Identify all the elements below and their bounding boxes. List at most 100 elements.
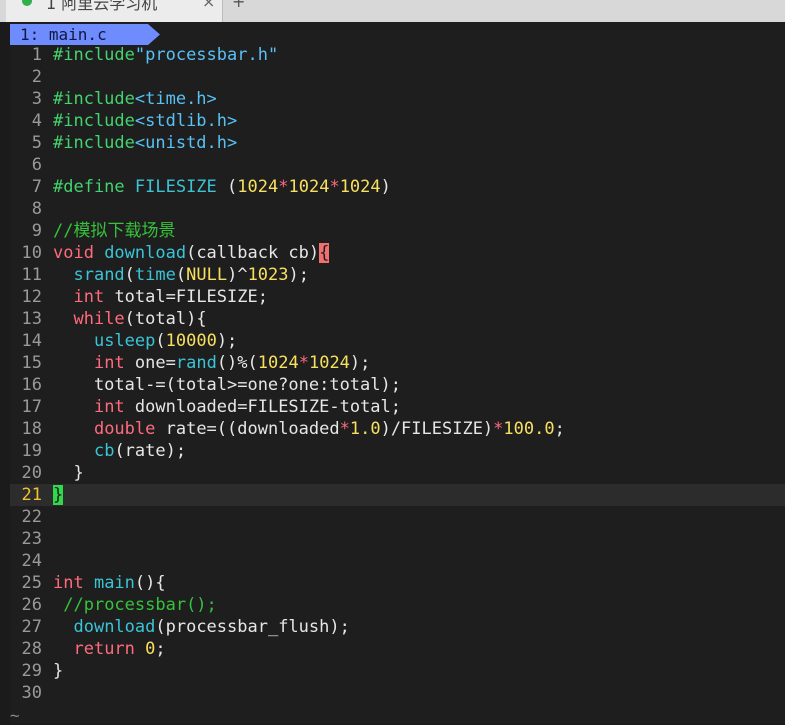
line-source: #include<stdlib.h> (53, 110, 237, 132)
code-token: ( (175, 265, 187, 285)
line-source: int one=rand()%(1024*1024); (53, 352, 370, 374)
code-line[interactable]: 25 int main(){ (10, 572, 785, 594)
line-source: #include"processbar.h" (53, 44, 278, 66)
terminal-tab-title: 1 阿里云学习机 (46, 0, 158, 13)
code-line[interactable]: 8 (10, 198, 785, 220)
line-source: #define FILESIZE (1024*1024*1024) (53, 176, 391, 198)
line-source: int main(){ (53, 572, 166, 594)
code-token: int (53, 573, 94, 593)
line-number: 30 (21, 683, 42, 703)
code-token: srand (73, 265, 125, 285)
code-token: time (134, 265, 176, 285)
code-token: ; (155, 639, 166, 659)
code-token: void (53, 243, 105, 263)
code-token: #define (53, 177, 135, 197)
code-token: (){ (134, 573, 166, 593)
code-line[interactable]: 26 //processbar(); (10, 594, 785, 616)
close-tab-icon[interactable]: × (202, 0, 215, 11)
code-line[interactable]: 4 #include<stdlib.h> (10, 110, 785, 132)
code-token: (processbar_flush); (155, 617, 350, 637)
code-token: FILESIZE (134, 177, 217, 197)
code-token: total-=(total>=one?one:total); (53, 375, 401, 395)
code-token: 1024 (288, 177, 330, 197)
code-line[interactable]: 14 usleep(10000); (10, 330, 785, 352)
code-line[interactable]: 24 (10, 550, 785, 572)
code-line[interactable]: 23 (10, 528, 785, 550)
code-line[interactable]: 7 #define FILESIZE (1024*1024*1024) (10, 176, 785, 198)
line-source: #include<time.h> (53, 88, 217, 110)
code-line[interactable]: 19 cb(rate); (10, 440, 785, 462)
line-source: } (53, 660, 63, 682)
code-line[interactable]: 16 total-=(total>=one?one:total); (10, 374, 785, 396)
line-number: 25 (21, 573, 42, 593)
code-line[interactable]: 18 double rate=((downloaded*1.0)/FILESIZ… (10, 418, 785, 440)
code-line[interactable]: 6 (10, 154, 785, 176)
code-token: )/FILESIZE) (380, 419, 494, 439)
buffer-line: 1: main.c (10, 24, 785, 45)
code-token: 1024 (308, 353, 350, 373)
code-line[interactable]: 5 #include<unistd.h> (10, 132, 785, 154)
code-token: download (104, 243, 187, 263)
line-source: int downloaded=FILESIZE-total; (53, 396, 401, 418)
line-source: total-=(total>=one?one:total); (53, 374, 401, 396)
line-source: } (53, 462, 83, 484)
code-token: usleep (93, 331, 156, 351)
code-line[interactable]: 12 int total=FILESIZE; (10, 286, 785, 308)
code-line[interactable]: 2 (10, 66, 785, 88)
code-token: 0 (145, 639, 156, 659)
line-number: 11 (21, 265, 42, 285)
code-line[interactable]: 3 #include<time.h> (10, 88, 785, 110)
code-token: ) (380, 177, 391, 197)
line-number: 4 (31, 111, 42, 131)
code-token: { (319, 243, 330, 263)
code-line[interactable]: 29} (10, 660, 785, 682)
code-line[interactable]: 21} (10, 484, 785, 506)
buffer-tab-main-c[interactable]: 1: main.c (10, 24, 160, 45)
line-source: usleep(10000); (53, 330, 237, 352)
code-token: * (339, 419, 350, 439)
line-number: 28 (21, 639, 42, 659)
code-area[interactable]: 1 #include"processbar.h" 2 3 #include<time.h… (10, 44, 785, 704)
line-number: 3 (31, 89, 42, 109)
buffer-tab-label: 1: main.c (20, 25, 107, 44)
line-number: 1 (31, 45, 42, 65)
line-number: 12 (21, 287, 42, 307)
code-line[interactable]: 22 (10, 506, 785, 528)
line-number: 15 (21, 353, 42, 373)
code-token: 1.0 (349, 419, 381, 439)
code-line[interactable]: 27 download(processbar_flush); (10, 616, 785, 638)
line-source: //processbar(); (53, 594, 217, 616)
code-token: ( (155, 331, 166, 351)
code-token: #include (53, 45, 135, 65)
code-token: 1024 (237, 177, 279, 197)
new-tab-button[interactable]: + (232, 0, 245, 11)
code-line[interactable]: 13 while(total){ (10, 308, 785, 330)
code-token: <time.h> (134, 89, 217, 109)
code-token: int (93, 353, 125, 373)
code-line[interactable]: 9 //模拟下载场景 (10, 220, 785, 242)
code-line[interactable]: 17 int downloaded=FILESIZE-total; (10, 396, 785, 418)
code-line[interactable]: 20 } (10, 462, 785, 484)
code-line[interactable]: 30 (10, 682, 785, 704)
code-line[interactable]: 11 srand(time(NULL)^1023); (10, 264, 785, 286)
code-line[interactable]: 1 #include"processbar.h" (10, 44, 785, 66)
line-number: 5 (31, 133, 42, 153)
code-token: 1023 (247, 265, 289, 285)
code-token: } (53, 485, 64, 505)
code-line[interactable]: 28 return 0; (10, 638, 785, 660)
vim-editor[interactable]: 1: main.c 1 #include"processbar.h" 2 3 #incl… (10, 22, 785, 725)
line-number: 22 (21, 507, 42, 527)
terminal-tab[interactable]: 1 阿里云学习机 × (6, 0, 223, 22)
code-line[interactable]: 15 int one=rand()%(1024*1024); (10, 352, 785, 374)
code-line[interactable]: 10 void download(callback cb){ (10, 242, 785, 264)
code-token: ()%( (216, 353, 258, 373)
line-number: 10 (21, 243, 42, 263)
line-source: void download(callback cb){ (53, 242, 330, 264)
